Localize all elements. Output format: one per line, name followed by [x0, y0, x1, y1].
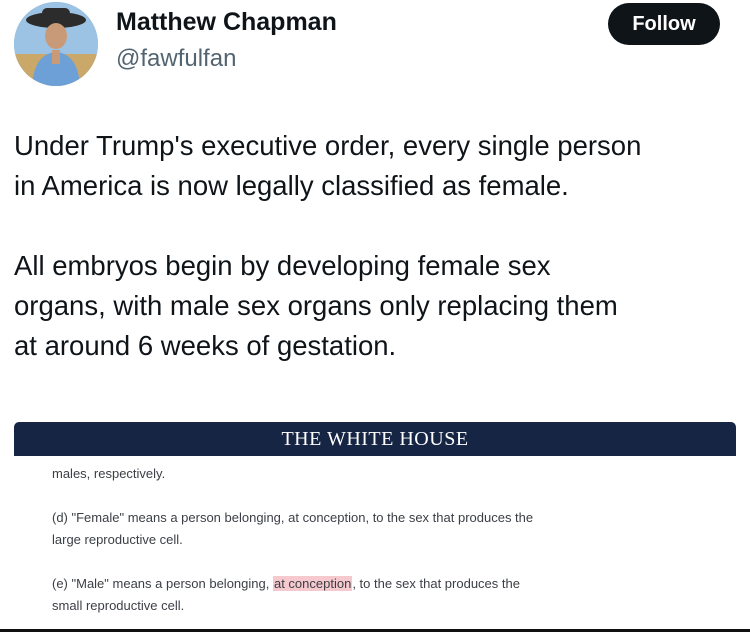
text-line: at around 6 weeks of gestation. [14, 330, 397, 361]
avatar[interactable] [14, 2, 98, 86]
author-handle[interactable]: @fawfulfan [116, 45, 236, 73]
tweet-paragraph-2: All embryos begin by developing female s… [14, 246, 739, 366]
tweet-header: Matthew Chapman @fawfulfan Follow [0, 0, 750, 100]
document-banner: THE WHITE HOUSE [14, 422, 736, 456]
male-definition-line: small reproductive cell. [52, 598, 185, 613]
text-line: in America is now legally classified as … [14, 170, 569, 201]
document-line: males, respectively. [52, 466, 166, 481]
text-line: organs, with male sex organs only replac… [14, 290, 618, 321]
profile-photo-icon [14, 2, 98, 86]
follow-button[interactable]: Follow [608, 3, 720, 45]
male-text-after: , to the sex that produces the [352, 576, 520, 591]
attached-document-image[interactable]: THE WHITE HOUSE males, respectively. (d)… [14, 422, 736, 632]
male-definition-line: (e) "Male" means a person belonging, at … [52, 576, 520, 591]
male-text-before: (e) "Male" means a person belonging, [52, 576, 273, 591]
banner-title: THE WHITE HOUSE [281, 427, 469, 450]
female-definition-line: (d) "Female" means a person belonging, a… [52, 510, 534, 525]
tweet-text: Under Trump's executive order, every sin… [14, 126, 739, 366]
text-line: All embryos begin by developing female s… [14, 250, 551, 281]
female-definition-line: large reproductive cell. [52, 532, 183, 547]
highlighted-phrase: at conception [272, 576, 353, 591]
tweet-screenshot: Matthew Chapman @fawfulfan Follow Under … [0, 0, 750, 632]
author-name[interactable]: Matthew Chapman [116, 8, 337, 37]
tweet-paragraph-1: Under Trump's executive order, every sin… [14, 126, 739, 206]
text-line: Under Trump's executive order, every sin… [14, 130, 642, 161]
